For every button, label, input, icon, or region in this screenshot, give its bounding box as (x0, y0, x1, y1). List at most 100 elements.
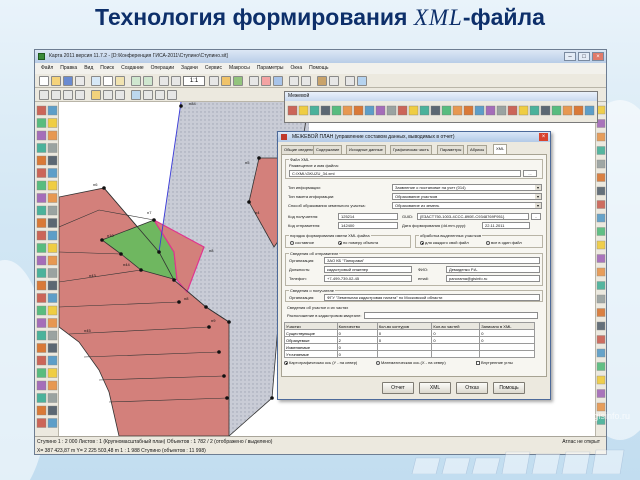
tool-icon[interactable] (36, 143, 47, 153)
left-tools[interactable] (35, 102, 59, 436)
draw-line-icon[interactable] (51, 90, 61, 100)
palette-tool-icon[interactable] (485, 105, 496, 116)
merge-icon[interactable] (167, 90, 177, 100)
tool-icon[interactable] (47, 393, 58, 403)
tool-icon[interactable] (36, 155, 47, 166)
tool-icon[interactable] (47, 368, 58, 378)
tool-icon[interactable] (47, 293, 58, 303)
tool-icon[interactable] (47, 168, 58, 178)
tool-icon[interactable] (596, 321, 606, 331)
tool-icon[interactable] (47, 218, 58, 228)
palette-tool-icon[interactable] (518, 105, 529, 116)
cut-icon[interactable] (91, 76, 101, 86)
tool-icon[interactable] (36, 405, 47, 416)
tool-icon[interactable] (47, 268, 58, 278)
settings-icon[interactable] (345, 76, 355, 86)
area-icon[interactable] (301, 76, 311, 86)
palette-tool-icon[interactable] (463, 105, 474, 116)
tool-icon[interactable] (596, 227, 606, 236)
palette-tool-icon[interactable] (551, 105, 562, 116)
dialog-close-button[interactable]: × (539, 133, 548, 141)
palette-tool-icon[interactable] (573, 105, 584, 116)
report-icon[interactable] (317, 76, 327, 86)
guid-button[interactable]: .. (531, 213, 541, 220)
tool-icon[interactable] (36, 230, 47, 241)
menu-search[interactable]: Поиск (100, 65, 114, 71)
draw-polygon-icon[interactable] (63, 90, 73, 100)
tool-icon[interactable] (47, 143, 58, 153)
palette-tool-icon[interactable] (540, 105, 551, 116)
tool-icon[interactable] (47, 405, 58, 416)
tool-icon[interactable] (596, 335, 606, 344)
tool-icon[interactable] (36, 343, 47, 353)
report-button[interactable]: Отчет (382, 382, 414, 394)
tool-icon[interactable] (47, 230, 58, 241)
move-icon[interactable] (131, 90, 141, 100)
tool-icon[interactable] (36, 118, 47, 128)
cancel-button[interactable]: Отказ (456, 382, 488, 394)
tool-icon[interactable] (36, 105, 47, 116)
sender-phone-input[interactable]: +7-499-739-02-45 (324, 275, 412, 282)
maximize-button[interactable]: □ (578, 52, 590, 61)
pan-icon[interactable] (209, 76, 219, 86)
tool-icon[interactable] (36, 180, 47, 191)
help-icon[interactable] (357, 76, 367, 86)
draw-point-icon[interactable] (39, 90, 49, 100)
tool-icon[interactable] (596, 294, 606, 304)
tool-icon[interactable] (596, 200, 606, 209)
tool-icon[interactable] (36, 168, 47, 178)
tool-icon[interactable] (596, 348, 606, 358)
info-icon[interactable] (273, 76, 283, 86)
table-icon[interactable] (329, 76, 339, 86)
recv-code-input[interactable]: 125214 (338, 213, 398, 220)
tool-icon[interactable] (596, 389, 606, 398)
table-row[interactable]: Образуемые 2 0 0 0 (284, 336, 535, 344)
layers-icon[interactable] (221, 76, 231, 86)
tool-icon[interactable] (36, 280, 47, 291)
table-row[interactable]: Существующие 0 0 0 0 (284, 329, 535, 337)
palette-tool-icon[interactable] (529, 105, 540, 116)
tool-icon[interactable] (47, 105, 58, 116)
menu-view[interactable]: Вид (84, 65, 93, 71)
new-icon[interactable] (39, 76, 49, 86)
palette-tool-icon[interactable] (507, 105, 518, 116)
tool-icon[interactable] (596, 281, 606, 290)
help-button[interactable]: Помощь (493, 382, 525, 394)
minimize-button[interactable]: – (564, 52, 576, 61)
zoom-out-icon[interactable] (171, 76, 181, 86)
palette-tool-icon[interactable] (331, 105, 342, 116)
tool-icon[interactable] (596, 213, 606, 223)
table-row[interactable]: Изменяемые 0 (284, 343, 535, 351)
tool-icon[interactable] (47, 280, 58, 291)
send-code-input[interactable]: 142400 (338, 222, 398, 229)
order-opt-compound[interactable]: составное (290, 240, 314, 245)
tab-graphic[interactable]: Графическая часть (390, 145, 432, 154)
tool-icon[interactable] (47, 380, 58, 391)
sender-email-input[interactable]: panorama@gisinfo.ru (446, 275, 540, 282)
tool-icon[interactable] (47, 418, 58, 428)
draw-text-icon[interactable] (75, 90, 85, 100)
snap-icon[interactable] (91, 90, 101, 100)
sender-position-input[interactable]: кадастровый инженер (324, 266, 412, 273)
palette-tool-icon[interactable] (474, 105, 485, 116)
palette-tool-icon[interactable] (375, 105, 386, 116)
close-button[interactable]: × (592, 52, 604, 61)
tool-icon[interactable] (47, 155, 58, 166)
tool-icon[interactable] (36, 193, 47, 203)
copy-icon[interactable] (103, 76, 113, 86)
proc-opt-each[interactable]: для каждого свой файл (420, 240, 469, 245)
tool-icon[interactable] (47, 355, 58, 366)
palette-tool-icon[interactable] (452, 105, 463, 116)
menu-params[interactable]: Параметры (257, 65, 284, 71)
menu-create[interactable]: Создание (121, 65, 144, 71)
palette-tool-icon[interactable] (408, 105, 419, 116)
palette-tool-icon[interactable] (342, 105, 353, 116)
sender-fio-input[interactable]: Демиденко Р.А. (446, 266, 540, 273)
tab-abris[interactable]: Абрисы (467, 145, 488, 154)
palette-tool-icon[interactable] (562, 105, 573, 116)
tool-icon[interactable] (596, 254, 606, 263)
tool-icon[interactable] (47, 243, 58, 253)
tool-icon[interactable] (596, 105, 606, 115)
file-path-input[interactable]: C:\XML\GKUZU_34.xml (289, 170, 521, 177)
tool-icon[interactable] (36, 418, 47, 428)
